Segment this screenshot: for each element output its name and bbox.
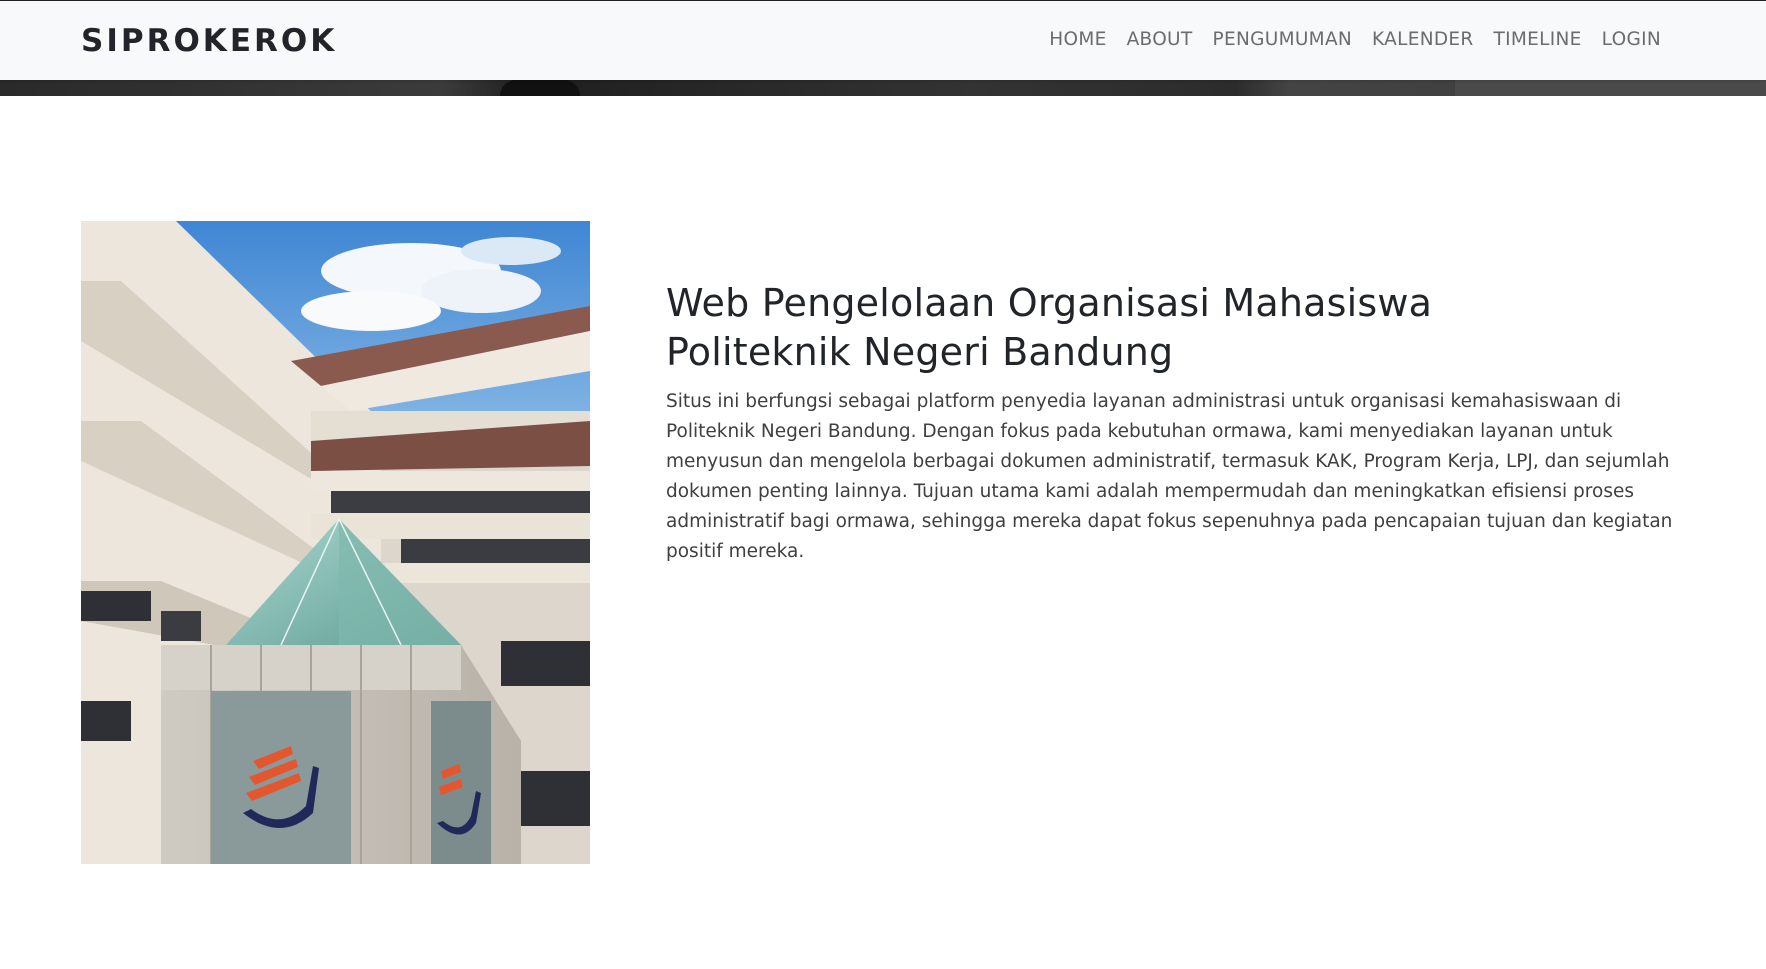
hero-shadow-shape [500, 80, 580, 96]
nav-link-home[interactable]: HOME [1049, 29, 1106, 50]
nav-link-timeline[interactable]: TIMELINE [1494, 29, 1582, 50]
nav-link-about[interactable]: ABOUT [1127, 29, 1193, 50]
about-title-line-2: Politeknik Negeri Bandung [666, 330, 1174, 374]
top-navbar: SIPROKEROK HOME ABOUT PENGUMUMAN KALENDE… [0, 1, 1766, 80]
brand-logo[interactable]: SIPROKEROK [81, 23, 337, 59]
nav-links: HOME ABOUT PENGUMUMAN KALENDER TIMELINE … [1049, 29, 1661, 50]
nav-link-login[interactable]: LOGIN [1602, 29, 1661, 50]
about-description: Situs ini berfungsi sebagai platform pen… [666, 391, 1673, 562]
about-title: Web Pengelolaan Organisasi Mahasiswa Pol… [666, 279, 1666, 377]
nav-link-kalender[interactable]: KALENDER [1372, 29, 1474, 50]
about-title-line-1: Web Pengelolaan Organisasi Mahasiswa [666, 281, 1433, 325]
nav-link-pengumuman[interactable]: PENGUMUMAN [1213, 29, 1353, 50]
campus-building-photo [81, 221, 590, 864]
